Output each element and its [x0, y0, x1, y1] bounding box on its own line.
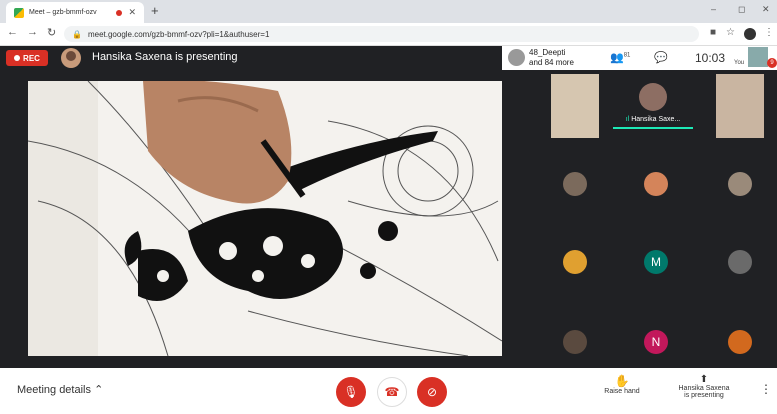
participant-avatar-small: [508, 49, 525, 66]
participant-tile-speaker[interactable]: ıl Hansika Saxe...: [613, 76, 693, 136]
meeting-details-label: Meeting details: [17, 384, 91, 396]
recording-badge: REC: [6, 50, 48, 66]
participant-avatar: [563, 172, 587, 196]
browser-tab-strip: Meet – gzb-bmmf-ozv ✕ + – ◻ ✕: [0, 0, 777, 23]
participant-tile[interactable]: [626, 154, 686, 214]
back-arrow-icon[interactable]: ←: [7, 26, 18, 38]
people-count: 81: [623, 52, 631, 59]
participant-avatar: [563, 330, 587, 354]
summary-line-2: and 84 more: [529, 58, 574, 67]
record-dot-icon: [14, 55, 21, 61]
close-window-button[interactable]: ✕: [762, 4, 770, 15]
browser-toolbar: ← → ↻ 🔒 meet.google.com/gzb-bmmf-ozv?pli…: [0, 23, 777, 46]
presenting-banner: Hansika Saxena is presenting: [92, 51, 238, 63]
leave-call-button[interactable]: ☎: [377, 377, 407, 407]
bookmark-star-icon[interactable]: ☆: [726, 27, 735, 38]
new-tab-button[interactable]: +: [151, 3, 159, 18]
tab-close-icon[interactable]: ✕: [128, 7, 136, 18]
meeting-control-bar: Meeting details ⌃ 🎙 ☎ ⊘ ✋ Raise hand ⬆ H…: [0, 368, 777, 414]
meet-header-controls: 48_Deepti and 84 more 👥81 💬 10:03 You 9: [502, 46, 777, 70]
active-speaker-indicator: [613, 127, 693, 129]
participant-tile[interactable]: N: [626, 312, 686, 372]
meet-top-bar: REC Hansika Saxena is presenting 48_Deep…: [0, 46, 777, 70]
meet-stage-area: REC Hansika Saxena is presenting 48_Deep…: [0, 46, 777, 368]
lock-icon: 🔒: [72, 29, 82, 39]
clock: 10:03: [695, 51, 726, 65]
presenting-line-2: is presenting: [684, 392, 724, 399]
hang-up-icon: ☎: [384, 385, 400, 399]
participant-avatar: [563, 250, 587, 274]
participant-grid: ıl Hansika Saxe... M N: [530, 74, 777, 366]
mic-off-icon: 🎙: [343, 385, 359, 399]
participant-tile[interactable]: [710, 74, 770, 138]
recording-indicator-icon: [116, 9, 123, 16]
chevron-up-icon: ⌃: [94, 384, 104, 396]
meeting-details-toggle[interactable]: Meeting details ⌃: [17, 383, 103, 396]
participant-tile[interactable]: [545, 74, 605, 138]
raise-hand-button[interactable]: ✋ Raise hand: [600, 374, 644, 395]
camera-off-icon: ⊘: [426, 385, 438, 399]
maximize-button[interactable]: ◻: [738, 4, 745, 15]
participant-tile[interactable]: M: [626, 232, 686, 292]
participant-video: [551, 74, 599, 138]
presenter-avatar: [61, 48, 81, 68]
people-icon[interactable]: 👥81: [610, 51, 630, 64]
chat-icon[interactable]: 💬: [654, 51, 668, 64]
participant-initial-avatar: N: [644, 330, 668, 354]
participant-video: [716, 74, 764, 138]
more-options-icon[interactable]: ⋮: [760, 382, 772, 396]
participant-avatar: [728, 172, 752, 196]
participant-tile[interactable]: [545, 232, 605, 292]
speaker-name-label: ıl Hansika Saxe...: [626, 116, 680, 123]
mandala-drawing-image: [28, 81, 502, 356]
participant-initial-avatar: M: [644, 250, 668, 274]
presenting-button[interactable]: ⬆ Hansika Saxena is presenting: [672, 374, 736, 399]
profile-avatar[interactable]: [744, 28, 756, 40]
participant-tile[interactable]: [710, 154, 770, 214]
meet-favicon-icon: [14, 7, 24, 18]
summary-line-1: 48_Deepti: [529, 48, 566, 57]
participant-avatar: [728, 250, 752, 274]
forward-arrow-icon[interactable]: →: [27, 26, 38, 38]
reload-icon[interactable]: ↻: [47, 26, 56, 39]
notification-badge: 9: [767, 58, 777, 68]
participant-tile[interactable]: [545, 154, 605, 214]
raise-hand-label: Raise hand: [604, 388, 640, 395]
mic-off-button[interactable]: 🎙: [336, 377, 366, 407]
browser-menu-icon[interactable]: ⋮: [764, 27, 774, 38]
browser-tab[interactable]: Meet – gzb-bmmf-ozv ✕: [6, 2, 144, 23]
address-bar[interactable]: 🔒 meet.google.com/gzb-bmmf-ozv?pli=1&aut…: [64, 26, 699, 42]
participant-avatar: [728, 330, 752, 354]
present-screen-icon: ⬆: [699, 374, 709, 385]
url-text: meet.google.com/gzb-bmmf-ozv?pli=1&authu…: [87, 29, 270, 39]
participants-summary[interactable]: 48_Deepti and 84 more: [529, 48, 574, 68]
participant-avatar: [639, 83, 667, 111]
tab-title: Meet – gzb-bmmf-ozv: [29, 9, 97, 16]
participant-tile[interactable]: [545, 312, 605, 372]
rec-label: REC: [23, 53, 40, 63]
participant-tile[interactable]: [710, 232, 770, 292]
audio-level-icon: ıl: [625, 116, 630, 123]
minimize-button[interactable]: –: [711, 4, 716, 14]
camera-off-button[interactable]: ⊘: [417, 377, 447, 407]
participant-tile[interactable]: [710, 312, 770, 372]
speaker-name: Hansika Saxe...: [631, 116, 681, 123]
self-view-thumbnail[interactable]: [748, 47, 768, 67]
presenting-line-1: Hansika Saxena: [678, 385, 730, 392]
you-label: You: [734, 60, 745, 66]
participant-avatar: [644, 172, 668, 196]
camera-in-use-icon[interactable]: ■: [710, 27, 716, 38]
shared-screen-presentation: [28, 81, 502, 356]
hand-icon: ✋: [614, 374, 630, 388]
